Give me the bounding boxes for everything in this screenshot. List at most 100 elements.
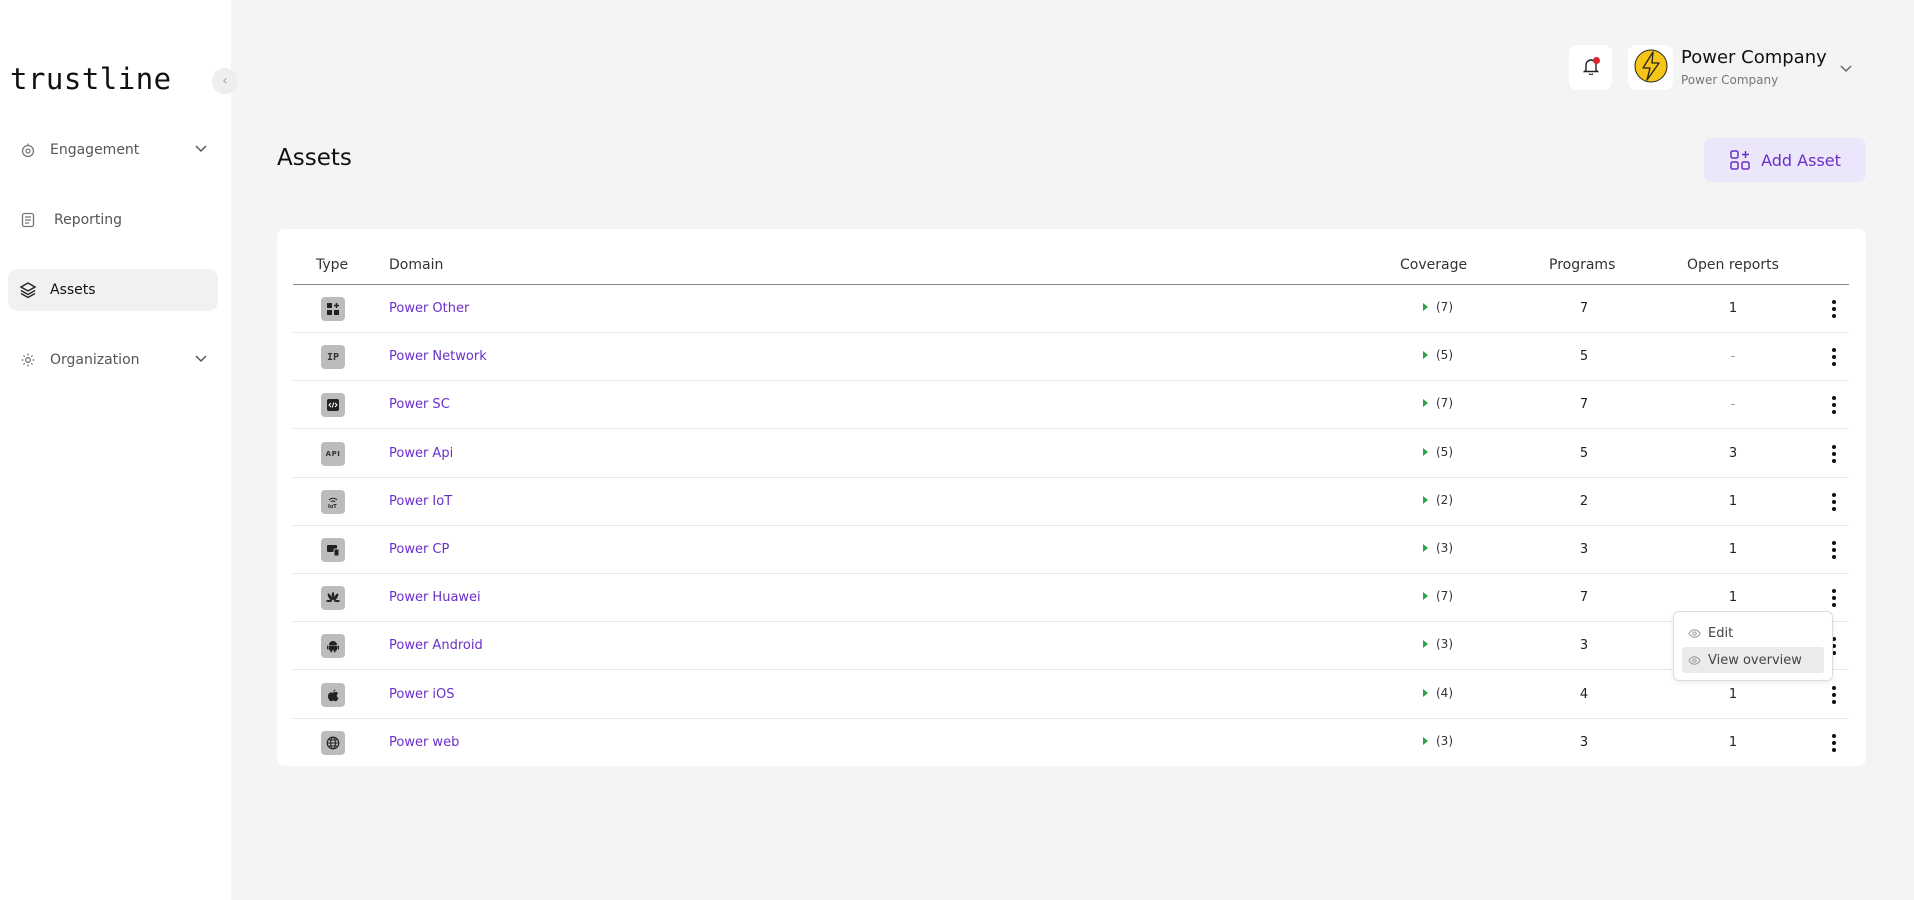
kebab-dot bbox=[1832, 596, 1836, 601]
notifications-button[interactable] bbox=[1569, 45, 1612, 90]
table-row[interactable]: Power web (3) 3 1 bbox=[293, 719, 1849, 767]
other-icon bbox=[321, 297, 345, 321]
coverage-toggle[interactable]: (4) bbox=[1423, 686, 1453, 700]
kebab-dot bbox=[1832, 740, 1836, 745]
programs-count: 2 bbox=[1579, 493, 1589, 509]
logo: trustline bbox=[10, 62, 172, 96]
more-options-button[interactable] bbox=[1827, 586, 1841, 610]
kebab-dot bbox=[1832, 548, 1836, 552]
more-options-button[interactable] bbox=[1827, 731, 1841, 755]
sidebar-item-engagement[interactable]: Engagement bbox=[8, 129, 218, 171]
domain-link[interactable]: Power Api bbox=[389, 446, 453, 461]
document-icon bbox=[18, 210, 38, 230]
domain-link[interactable]: Power web bbox=[389, 735, 459, 750]
expand-arrow-icon bbox=[1423, 544, 1428, 552]
kebab-dot bbox=[1832, 451, 1836, 456]
code-icon bbox=[321, 393, 345, 418]
layers-icon bbox=[18, 280, 38, 300]
expand-arrow-icon bbox=[1423, 495, 1428, 504]
kebab-dot bbox=[1832, 499, 1836, 504]
coverage-toggle[interactable]: (7) bbox=[1423, 396, 1453, 410]
domain-link[interactable]: Power IoT bbox=[389, 494, 452, 509]
table-row[interactable]: Power Android (3) 3 bbox=[293, 622, 1849, 671]
chevron-down-icon[interactable] bbox=[1838, 60, 1854, 80]
kebab-dot bbox=[1832, 747, 1836, 752]
domain-link[interactable]: Power SC bbox=[389, 397, 450, 412]
menu-item-label: View overview bbox=[1708, 652, 1802, 668]
table-row[interactable]: Power SC (7) 7 - bbox=[293, 381, 1849, 430]
coverage-toggle[interactable]: (5) bbox=[1423, 348, 1453, 362]
column-header-open-reports[interactable]: Open reports bbox=[1687, 257, 1779, 273]
programs-count: 7 bbox=[1579, 397, 1589, 413]
domain-link[interactable]: Power Network bbox=[389, 349, 487, 364]
menu-item-edit[interactable]: Edit bbox=[1682, 620, 1824, 646]
menu-item-view-overview[interactable]: View overview bbox=[1682, 647, 1824, 673]
open-reports-count: 3 bbox=[1728, 445, 1738, 461]
kebab-dot bbox=[1832, 307, 1836, 311]
coverage-toggle[interactable]: (3) bbox=[1423, 637, 1453, 651]
more-options-button[interactable] bbox=[1827, 393, 1841, 417]
table-row[interactable]: Power iOS (4) 4 1 bbox=[293, 671, 1849, 719]
domain-link[interactable]: Power CP bbox=[389, 542, 449, 557]
coverage-toggle[interactable]: (7) bbox=[1423, 589, 1453, 603]
api-icon: API bbox=[321, 441, 345, 466]
expand-arrow-icon bbox=[1423, 688, 1428, 697]
more-options-button[interactable] bbox=[1827, 345, 1841, 369]
open-reports-count: - bbox=[1730, 349, 1736, 365]
column-header-domain[interactable]: Domain bbox=[389, 257, 443, 273]
chevron-down-icon bbox=[194, 141, 208, 159]
sidebar-item-reporting[interactable]: Reporting bbox=[8, 199, 218, 241]
coverage-toggle[interactable]: (2) bbox=[1423, 493, 1453, 507]
coverage-toggle[interactable]: (5) bbox=[1423, 445, 1453, 459]
domain-link[interactable]: Power Huawei bbox=[389, 590, 481, 605]
more-options-button[interactable] bbox=[1827, 683, 1841, 707]
table-row[interactable]: IP Power Network (5) 5 - bbox=[293, 333, 1849, 382]
domain-link[interactable]: Power Android bbox=[389, 638, 483, 653]
iot-icon: IoT bbox=[321, 489, 345, 514]
open-reports-count: 1 bbox=[1728, 301, 1738, 316]
table-row[interactable]: Power Huawei (7) 7 1 bbox=[293, 574, 1849, 623]
table-row[interactable]: IoT Power IoT (2) 2 1 bbox=[293, 478, 1849, 526]
coverage-toggle[interactable]: (3) bbox=[1423, 541, 1453, 555]
sidebar-item-label: Engagement bbox=[50, 142, 140, 158]
domain-link[interactable]: Power iOS bbox=[389, 687, 455, 702]
kebab-dot bbox=[1832, 699, 1836, 704]
column-header-programs[interactable]: Programs bbox=[1549, 257, 1615, 273]
globe-icon bbox=[321, 730, 345, 755]
huawei-icon bbox=[321, 586, 345, 611]
collapse-sidebar-button[interactable]: ‹ bbox=[212, 68, 238, 94]
more-options-button[interactable] bbox=[1827, 297, 1841, 321]
column-header-type[interactable]: Type bbox=[316, 257, 348, 273]
table-row[interactable]: Power Other (7) 7 1 bbox=[293, 285, 1849, 333]
add-asset-label: Add Asset bbox=[1761, 150, 1841, 170]
open-reports-count: 1 bbox=[1728, 542, 1738, 557]
page-title: Assets bbox=[277, 145, 352, 171]
company-name[interactable]: Power Company bbox=[1681, 47, 1827, 68]
company-subtitle: Power Company bbox=[1681, 73, 1779, 87]
sidebar-item-assets[interactable]: Assets bbox=[8, 269, 218, 311]
coverage-toggle[interactable]: (3) bbox=[1423, 734, 1453, 748]
kebab-dot bbox=[1832, 300, 1836, 304]
coverage-count: (3) bbox=[1436, 637, 1453, 652]
kebab-dot bbox=[1832, 403, 1836, 408]
apple-icon bbox=[321, 682, 345, 707]
android-icon bbox=[321, 634, 345, 659]
table-row[interactable]: API Power Api (5) 5 3 bbox=[293, 430, 1849, 478]
notification-dot bbox=[1593, 57, 1600, 64]
avatar[interactable] bbox=[1628, 45, 1673, 90]
more-options-button[interactable] bbox=[1827, 490, 1841, 514]
more-options-button[interactable] bbox=[1827, 538, 1841, 562]
sidebar-item-organization[interactable]: Organization bbox=[8, 339, 218, 381]
domain-link[interactable]: Power Other bbox=[389, 301, 469, 316]
kebab-dot bbox=[1832, 733, 1836, 738]
table-row[interactable]: Power CP (3) 3 1 bbox=[293, 526, 1849, 574]
gear-icon bbox=[18, 350, 38, 370]
add-asset-button[interactable]: Add Asset bbox=[1704, 138, 1866, 182]
column-header-coverage[interactable]: Coverage bbox=[1400, 257, 1467, 273]
coverage-toggle[interactable]: (7) bbox=[1423, 300, 1453, 314]
programs-count: 5 bbox=[1579, 445, 1589, 461]
coverage-count: (7) bbox=[1436, 300, 1453, 314]
more-options-button[interactable] bbox=[1827, 442, 1841, 466]
programs-count: 5 bbox=[1579, 349, 1589, 365]
programs-count: 7 bbox=[1579, 301, 1589, 316]
